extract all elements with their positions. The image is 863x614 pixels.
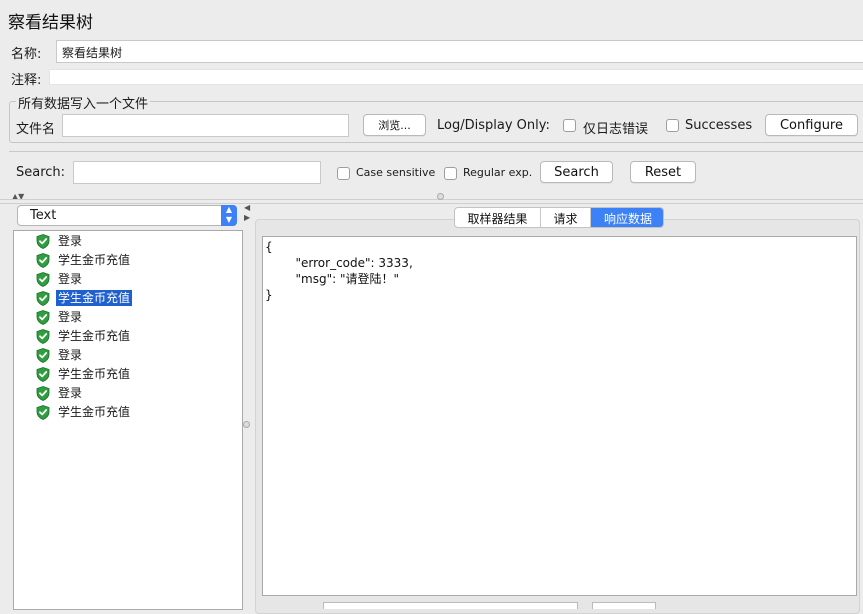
success-shield-icon xyxy=(36,233,50,249)
errors-only-checkbox[interactable] xyxy=(563,119,576,132)
vertical-split-arrows[interactable]: ◀ ▶ xyxy=(244,203,250,223)
tree-item[interactable]: 学生金币充值 xyxy=(36,289,133,307)
section-separator xyxy=(9,151,863,152)
successes-label: Successes xyxy=(685,118,753,133)
tree-item[interactable]: 登录 xyxy=(36,232,84,250)
search-button[interactable]: Search xyxy=(540,161,613,183)
tree-item[interactable]: 学生金币充值 xyxy=(36,251,132,269)
regex-checkbox[interactable] xyxy=(444,167,457,180)
success-shield-icon xyxy=(36,252,50,268)
search-input[interactable] xyxy=(73,161,321,184)
response-body: { "error_code": 3333, "msg": "请登陆！" } xyxy=(265,240,413,302)
chevron-updown-icon: ▲ ▼ xyxy=(221,205,237,226)
success-shield-icon xyxy=(36,271,50,287)
tree-item-label: 登录 xyxy=(58,386,83,400)
case-sensitive-label: Case sensitive xyxy=(356,166,436,179)
regex-label: Regular exp. xyxy=(463,166,533,179)
errors-only-label: 仅日志错误 xyxy=(583,122,649,137)
tree-item[interactable]: 登录 xyxy=(36,308,84,326)
tree-item[interactable]: 学生金币充值 xyxy=(36,327,132,345)
success-shield-icon xyxy=(36,347,50,363)
comment-field[interactable] xyxy=(49,69,863,85)
success-shield-icon xyxy=(36,328,50,344)
configure-button[interactable]: Configure xyxy=(765,114,858,136)
renderer-selected-value: Text xyxy=(30,208,57,223)
name-field-value: 察看结果树 xyxy=(62,46,123,60)
file-group-legend: 所有数据写入一个文件 xyxy=(16,93,151,112)
filename-label: 文件名 xyxy=(16,122,56,137)
tree-item-label: 学生金币充值 xyxy=(56,290,133,306)
log-display-label: Log/Display Only: xyxy=(437,118,550,133)
successes-checkbox[interactable] xyxy=(666,119,679,132)
result-tree[interactable]: 登录 学生金币充值 登录 学生金币充值 登录 学生金币充值 登录 学生金币充值 登录 学生金币充值 xyxy=(13,230,243,610)
split-handle-dot[interactable] xyxy=(437,193,444,200)
tree-item-label: 登录 xyxy=(58,272,83,286)
tree-item[interactable]: 登录 xyxy=(36,384,84,402)
result-tabbar: 取样器结果 请求 响应数据 xyxy=(454,207,664,228)
tree-item[interactable]: 学生金币充值 xyxy=(36,403,132,421)
name-field[interactable]: 察看结果树 xyxy=(56,40,863,63)
success-shield-icon xyxy=(36,290,50,306)
success-shield-icon xyxy=(36,385,50,401)
tree-item-label: 学生金币充值 xyxy=(58,405,131,419)
tree-item-label: 登录 xyxy=(58,310,83,324)
tree-item-label: 学生金币充值 xyxy=(58,329,131,343)
comment-label: 注释: xyxy=(11,73,42,88)
bottom-find-button[interactable] xyxy=(592,602,656,609)
tab-sampler-result[interactable]: 取样器结果 xyxy=(455,208,541,227)
reset-button[interactable]: Reset xyxy=(630,161,696,183)
tree-item-label: 登录 xyxy=(58,234,83,248)
tree-item[interactable]: 登录 xyxy=(36,346,84,364)
tree-item-label: 登录 xyxy=(58,348,83,362)
tree-item[interactable]: 登录 xyxy=(36,270,84,288)
browse-button[interactable]: 浏览... xyxy=(363,114,426,136)
tab-request[interactable]: 请求 xyxy=(541,208,591,227)
tab-response-data[interactable]: 响应数据 xyxy=(591,208,663,227)
tree-item-label: 学生金币充值 xyxy=(58,367,131,381)
success-shield-icon xyxy=(36,309,50,325)
window-title: 察看结果树 xyxy=(8,13,93,33)
horizontal-split-divider[interactable] xyxy=(0,199,863,204)
renderer-select[interactable]: Text ▲ ▼ xyxy=(17,205,237,226)
tree-item-label: 学生金币充值 xyxy=(58,253,131,267)
tree-item[interactable]: 学生金币充值 xyxy=(36,365,132,383)
name-label: 名称: xyxy=(11,47,42,62)
success-shield-icon xyxy=(36,404,50,420)
response-textarea[interactable]: { "error_code": 3333, "msg": "请登陆！" } xyxy=(262,236,857,596)
success-shield-icon xyxy=(36,366,50,382)
bottom-search-field[interactable] xyxy=(323,602,578,609)
filename-input[interactable] xyxy=(62,114,349,137)
vertical-split-handle[interactable] xyxy=(243,421,250,428)
case-sensitive-checkbox[interactable] xyxy=(337,167,350,180)
search-label: Search: xyxy=(16,165,66,180)
